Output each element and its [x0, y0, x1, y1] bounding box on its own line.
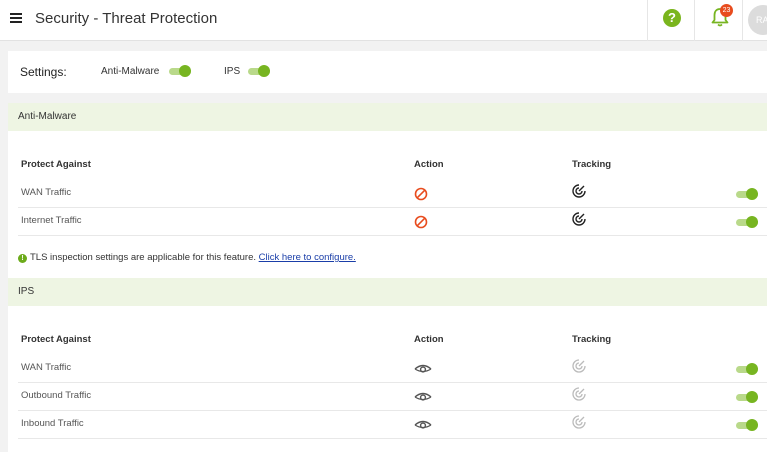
eye-icon: [414, 392, 432, 401]
notification-badge: 23: [720, 4, 733, 17]
table-row: WAN Traffic: [18, 180, 767, 208]
hamburger-menu-icon[interactable]: [10, 13, 22, 23]
eye-icon: [414, 364, 432, 373]
ips-wan-traffic-toggle[interactable]: [736, 363, 758, 375]
configure-link[interactable]: Click here to configure.: [259, 252, 356, 263]
help-icon[interactable]: ?: [663, 9, 681, 27]
column-header-action: Action: [414, 159, 444, 170]
top-header: Security - Threat Protection ? 23 RA: [0, 0, 767, 41]
internet-traffic-toggle[interactable]: [736, 216, 758, 228]
row-label: Internet Traffic: [21, 215, 82, 226]
anti-malware-toggle[interactable]: [169, 65, 191, 77]
block-icon: [414, 187, 428, 201]
header-divider: [647, 0, 648, 41]
column-header-action: Action: [414, 334, 444, 345]
radar-icon: [572, 212, 586, 226]
settings-label: Settings:: [20, 65, 67, 79]
tls-notice: ! TLS inspection settings are applicable …: [18, 252, 356, 263]
tls-notice-text: TLS inspection settings are applicable f…: [30, 252, 259, 263]
anti-malware-setting-label: Anti-Malware: [101, 66, 160, 77]
radar-icon: [572, 359, 586, 373]
row-label: WAN Traffic: [21, 187, 72, 198]
eye-icon: [414, 420, 432, 429]
column-header-tracking: Tracking: [572, 159, 612, 170]
page-title: Security - Threat Protection: [35, 10, 218, 27]
inbound-traffic-toggle[interactable]: [736, 419, 758, 431]
header-divider: [694, 0, 695, 41]
row-label: Outbound Traffic: [21, 390, 92, 401]
outbound-traffic-toggle[interactable]: [736, 391, 758, 403]
wan-traffic-toggle[interactable]: [736, 188, 758, 200]
anti-malware-section-header: Anti-Malware: [8, 103, 767, 131]
table-row: Internet Traffic: [18, 208, 767, 236]
row-label: Inbound Traffic: [21, 418, 84, 429]
column-header-protect: Protect Against: [21, 334, 91, 345]
header-divider: [742, 0, 743, 41]
avatar[interactable]: RA: [748, 5, 767, 35]
info-icon: !: [18, 254, 27, 263]
column-header-tracking: Tracking: [572, 334, 612, 345]
table-row: Outbound Traffic: [18, 383, 767, 411]
table-row: Inbound Traffic: [18, 411, 767, 439]
table-row: WAN Traffic: [18, 355, 767, 383]
column-header-protect: Protect Against: [21, 159, 91, 170]
block-icon: [414, 215, 428, 229]
ips-toggle[interactable]: [248, 65, 270, 77]
radar-icon: [572, 415, 586, 429]
radar-icon: [572, 387, 586, 401]
ips-setting-label: IPS: [224, 66, 241, 77]
row-label: WAN Traffic: [21, 362, 72, 373]
ips-section-header: IPS: [8, 278, 767, 306]
settings-bar: Settings: Anti-Malware IPS: [8, 51, 767, 93]
main-panel: Anti-Malware Protect Against Action Trac…: [8, 103, 767, 452]
radar-icon: [572, 184, 586, 198]
